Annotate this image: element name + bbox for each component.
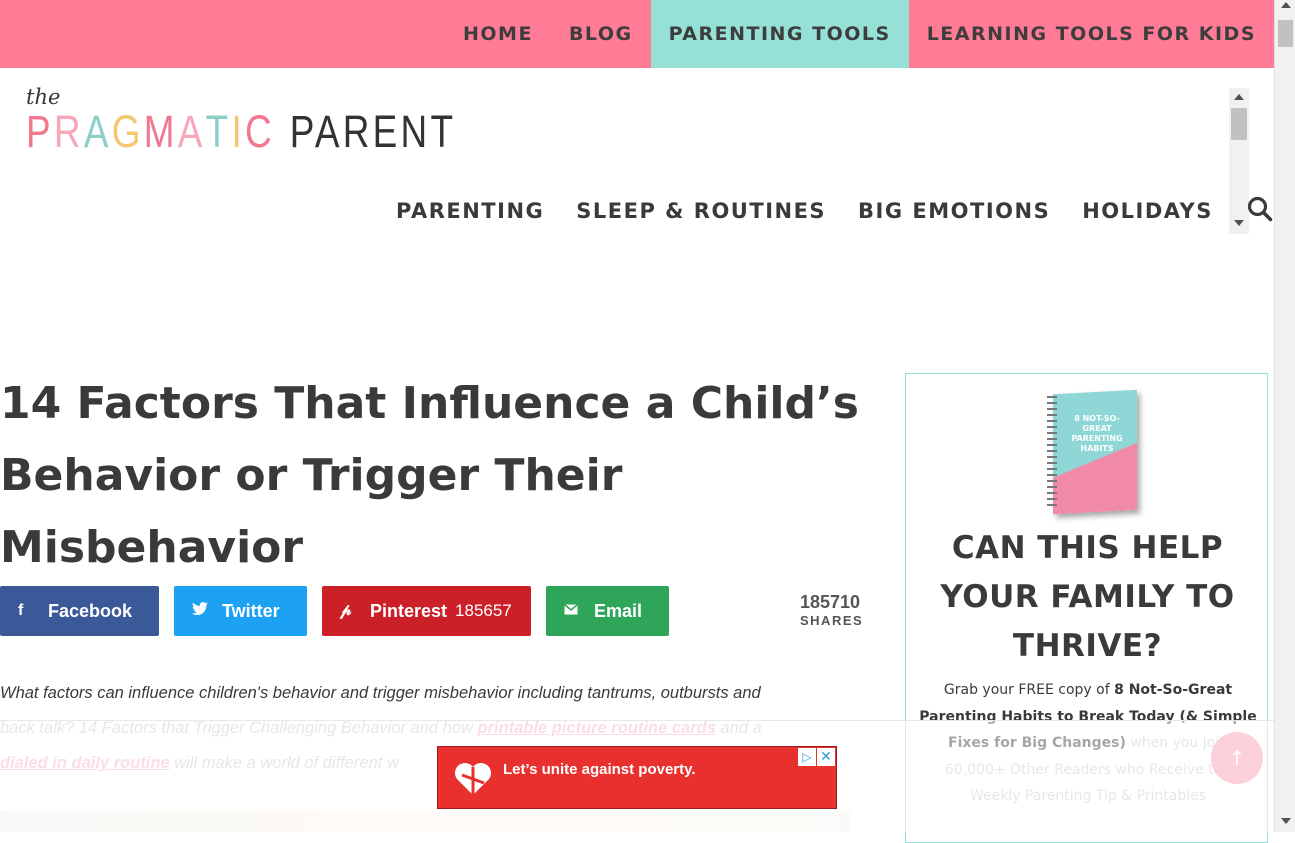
adchoices-icon[interactable]: ▷: [798, 748, 816, 766]
sidebar-heading: CAN THIS HELP YOUR FAMILY TO THRIVE?: [940, 530, 1235, 664]
logo-the: the: [26, 85, 61, 109]
twitter-share-button[interactable]: Twitter: [174, 586, 307, 636]
logo-letter: M: [143, 106, 178, 157]
share-total-label: SHARES: [800, 613, 864, 628]
pinterest-count: 185657: [455, 601, 512, 620]
share-count: 185710 SHARES: [800, 592, 863, 628]
top-nav-blog[interactable]: BLOG: [551, 0, 651, 68]
logo-letter: T: [205, 106, 232, 157]
nav-parenting[interactable]: PARENTING: [380, 199, 560, 223]
top-navigation-bar: HOME BLOG PARENTING TOOLS LEARNING TOOLS…: [0, 0, 1274, 68]
advertisement-banner[interactable]: Let’s unite against poverty. ▷ ✕: [437, 746, 837, 809]
pinterest-icon: 𝓅: [340, 602, 352, 619]
pinterest-share-button[interactable]: 𝓅 Pinterest 185657: [322, 586, 531, 636]
envelope-icon: [564, 602, 594, 620]
main-navigation: PARENTING SLEEP & ROUTINES BIG EMOTIONS …: [380, 196, 1273, 226]
page-scrollbar[interactable]: [1274, 0, 1295, 832]
ebook-cover-image: 8 NOT-SO-GREAT PARENTING HABITS: [1047, 389, 1137, 515]
email-label: Email: [594, 600, 643, 621]
ad-close-icon[interactable]: ✕: [817, 748, 835, 766]
logo-wordmark: PRAGMATIC PARENT: [26, 108, 456, 156]
logo-letter: A: [83, 106, 112, 157]
logo-letter: P: [26, 106, 54, 157]
twitter-icon: [192, 601, 222, 621]
scroll-up-arrow-icon[interactable]: [1234, 94, 1244, 100]
logo-word-parent: PARENT: [289, 106, 457, 157]
nav-holidays[interactable]: HOLIDAYS: [1066, 199, 1229, 223]
ad-message: Let’s unite against poverty.: [503, 761, 696, 778]
ebook-cover-text: 8 NOT-SO-GREAT PARENTING HABITS: [1071, 414, 1123, 453]
top-nav-learning-tools[interactable]: LEARNING TOOLS FOR KIDS: [909, 0, 1274, 68]
logo-word-pragmatic: PRAGMATIC: [26, 108, 275, 156]
sidebar-desc-text: Grab your FREE copy of: [943, 682, 1115, 698]
scrollbar-thumb[interactable]: [1231, 108, 1247, 140]
logo-letter: R: [53, 106, 84, 157]
top-nav: HOME BLOG PARENTING TOOLS LEARNING TOOLS…: [445, 0, 1274, 68]
share-bar: f Facebook Twitter 𝓅 Pinterest 185657 Em…: [0, 586, 684, 636]
nav-big-emotions[interactable]: BIG EMOTIONS: [842, 199, 1066, 223]
article-image: [0, 811, 850, 832]
facebook-label: Facebook: [48, 600, 133, 621]
heart-logo-icon: [455, 763, 491, 795]
logo-letter: C: [245, 106, 275, 157]
email-share-button[interactable]: Email: [546, 586, 669, 636]
sidebar-optin: 8 NOT-SO-GREAT PARENTING HABITS CAN THIS…: [905, 373, 1268, 843]
search-icon[interactable]: [1229, 196, 1273, 226]
share-total: 185710: [800, 592, 861, 612]
sidebar-description: Grab your FREE copy of 8 Not-So-Great Pa…: [918, 677, 1258, 810]
top-nav-parenting-tools[interactable]: PARENTING TOOLS: [650, 0, 909, 68]
routine-cards-link[interactable]: printable picture routine cards: [478, 719, 716, 737]
intro-line-2: back talk? 14 Factors that Trigger Chall…: [0, 719, 478, 737]
logo-letter: A: [177, 106, 206, 157]
nav-sleep-routines[interactable]: SLEEP & ROUTINES: [560, 199, 842, 223]
facebook-icon: f: [18, 602, 24, 619]
article-title: 14 Factors That Influence a Child’s Beha…: [0, 378, 859, 573]
intro-line-2b: and a: [715, 719, 762, 737]
scroll-up-arrow-icon[interactable]: [1281, 2, 1291, 8]
daily-routine-link[interactable]: dialed in daily routine: [0, 754, 170, 772]
pinterest-label: Pinterest: [370, 600, 448, 621]
scroll-down-arrow-icon[interactable]: [1281, 818, 1291, 824]
intro-line-1: What factors can influence children's be…: [0, 684, 761, 702]
site-logo[interactable]: the PRAGMATIC PARENT: [26, 86, 551, 156]
floating-share-button[interactable]: ↑: [1211, 732, 1263, 784]
facebook-share-button[interactable]: f Facebook: [0, 586, 159, 636]
twitter-label: Twitter: [222, 600, 280, 621]
intro-line-3: will make a world of different w: [169, 754, 399, 772]
scrollbar-thumb[interactable]: [1278, 20, 1293, 47]
top-nav-home[interactable]: HOME: [445, 0, 551, 68]
logo-letter: I: [231, 106, 246, 157]
logo-letter: G: [111, 106, 144, 157]
